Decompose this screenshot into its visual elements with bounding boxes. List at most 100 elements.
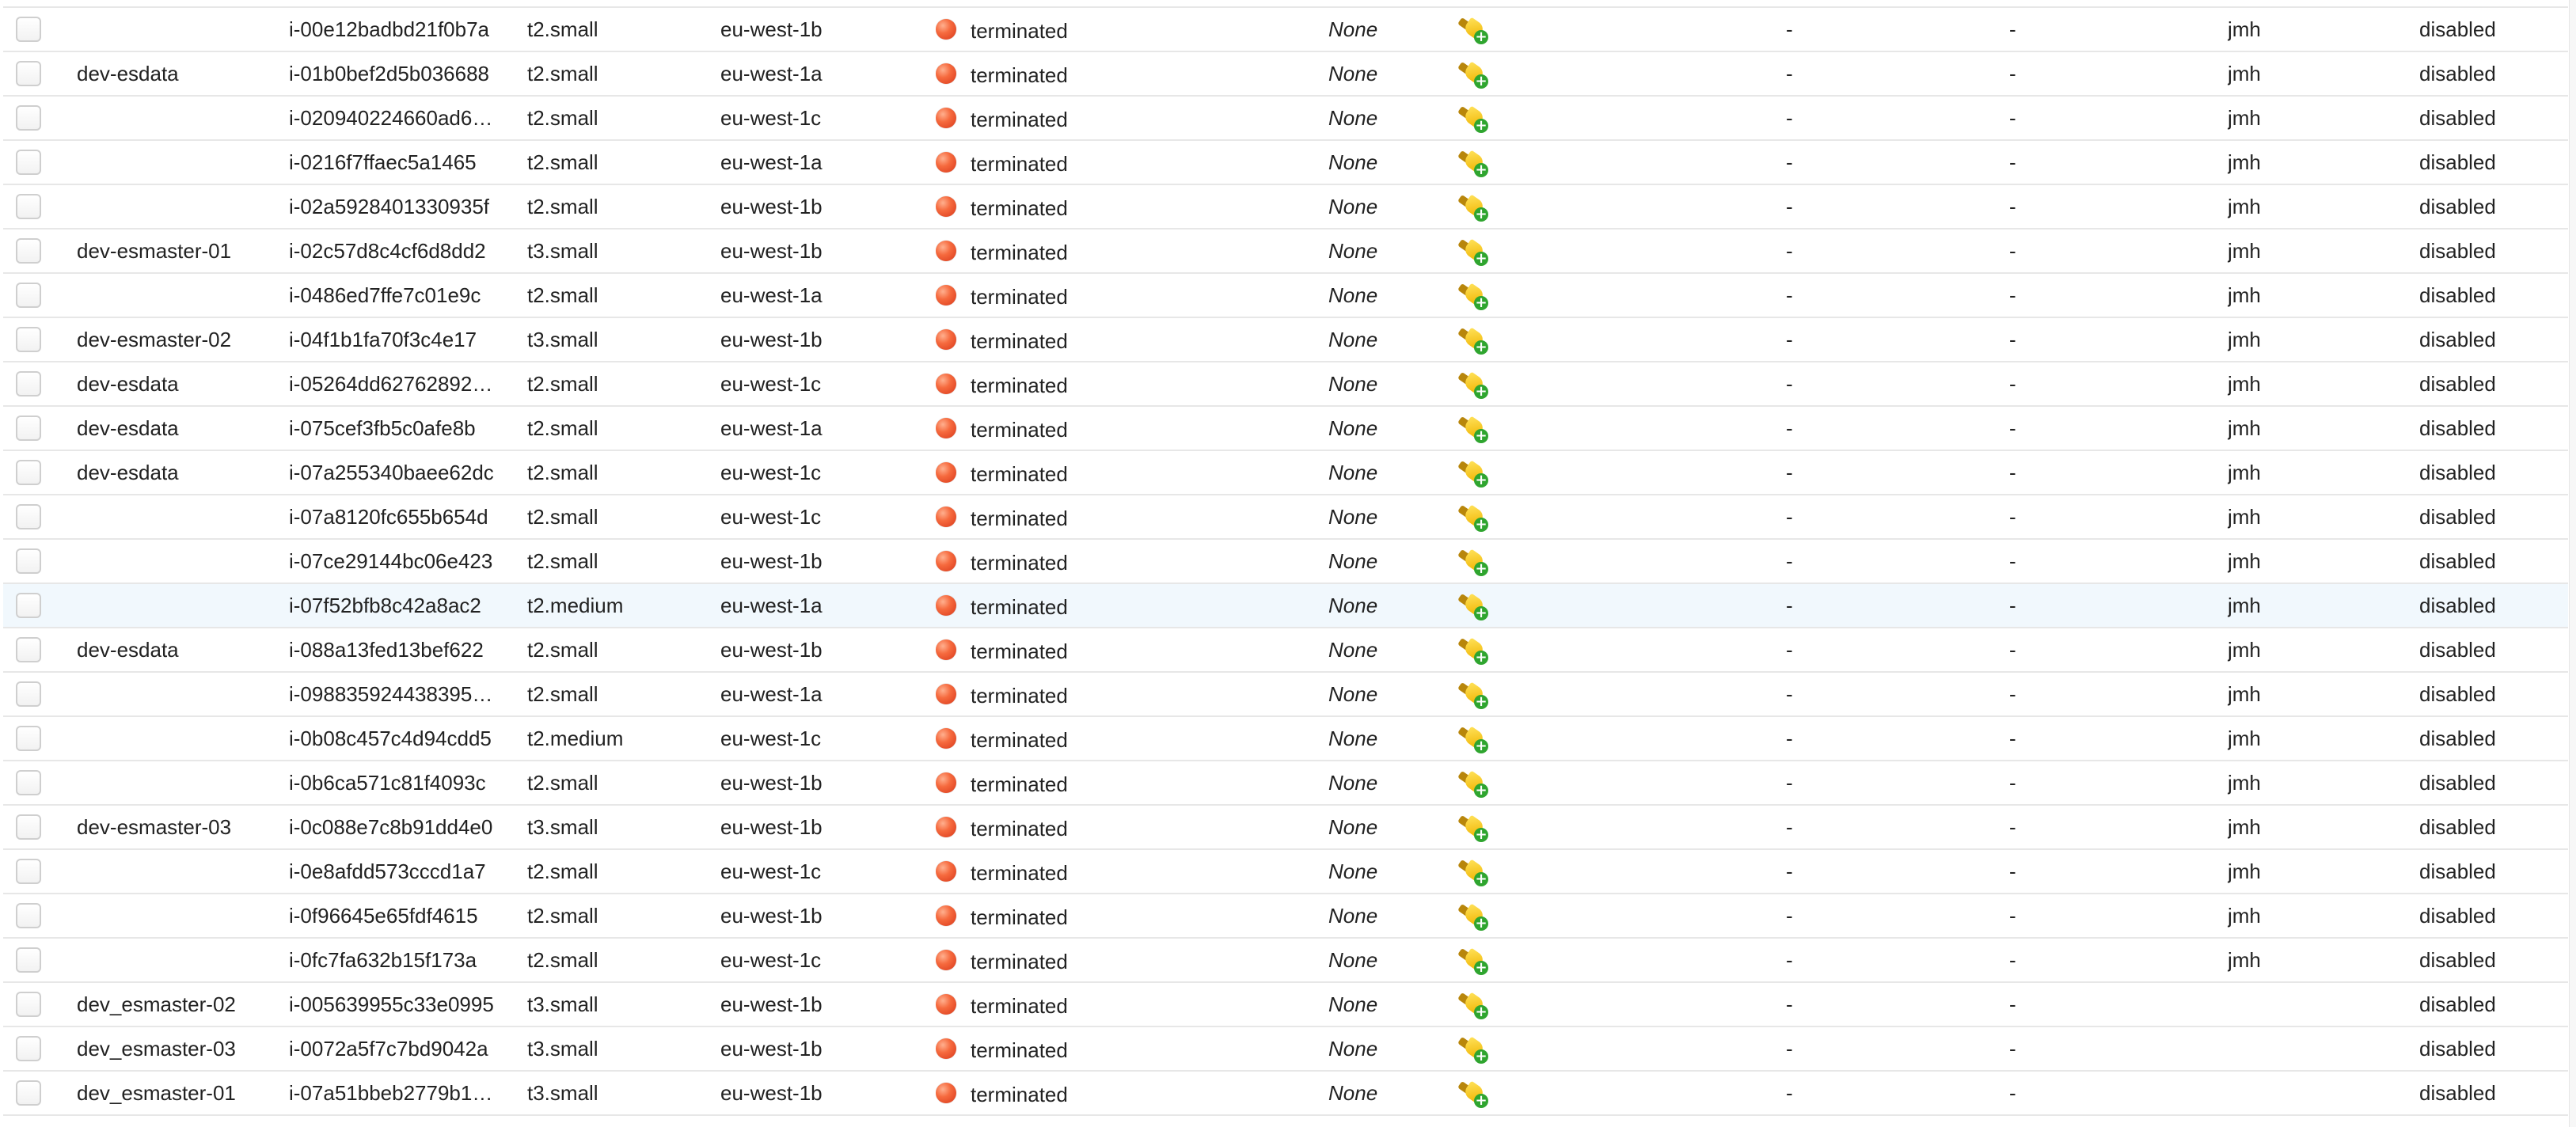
instance-id[interactable]: i-0486ed7ffe7c01e9c	[289, 274, 501, 317]
instance-id[interactable]: i-0...	[289, 0, 501, 6]
alarm-status[interactable]: None	[1328, 274, 1423, 317]
row-checkbox-cell[interactable]	[16, 0, 47, 6]
instance-id[interactable]: i-07f52bfb8c42a8ac2	[289, 584, 501, 627]
row-checkbox[interactable]	[16, 681, 41, 707]
instance-id[interactable]: i-088a13fed13bef622	[289, 628, 501, 671]
instance-id[interactable]: i-0216f7ffaec5a1465	[289, 141, 501, 184]
row-checkbox-cell[interactable]	[16, 185, 47, 228]
row-checkbox[interactable]	[16, 371, 41, 397]
alarm-status[interactable]: None	[1328, 850, 1423, 893]
monitoring-cell[interactable]: +	[1458, 274, 1506, 317]
alarm-status[interactable]: None	[1328, 1027, 1423, 1070]
alarm-status[interactable]: None	[1328, 717, 1423, 760]
monitoring-cell[interactable]: +	[1458, 673, 1506, 715]
table-row[interactable]: i-00e12badbd21f0b7a t2.small eu-west-1b ter…	[3, 8, 2568, 52]
table-row[interactable]: i-0b08c457c4d94cdd5 t2.medium eu-west-1c te…	[3, 717, 2568, 761]
table-row[interactable]: dev-esmaster-02 i-04f1b1fa70f3c4e17 t3.sma…	[3, 318, 2568, 362]
alarm-status[interactable]: None	[1328, 97, 1423, 139]
instance-id[interactable]: i-005639955c33e0995	[289, 983, 501, 1026]
table-row[interactable]: i-0fc7fa632b15f173a t2.small eu-west-1c ter…	[3, 939, 2568, 983]
monitoring-cell[interactable]: +	[1458, 230, 1506, 272]
row-checkbox-cell[interactable]	[16, 362, 47, 405]
instance-id[interactable]: i-01b0bef2d5b036688	[289, 52, 501, 95]
instance-name[interactable]: dev_esmaster-03	[77, 1027, 275, 1070]
row-checkbox[interactable]	[16, 1036, 41, 1061]
monitoring-cell[interactable]: +	[1458, 362, 1506, 405]
broom-plus-icon[interactable]: +	[1458, 502, 1488, 532]
table-row[interactable]: i-07f52bfb8c42a8ac2 t2.medium eu-west-1a te…	[3, 584, 2568, 628]
table-row[interactable]: i-0e8afdd573cccd1a7 t2.small eu-west-1c ter…	[3, 850, 2568, 894]
alarm-status[interactable]: None	[1328, 451, 1423, 494]
table-row[interactable]: i-0486ed7ffe7c01e9c t2.small eu-west-1a ter…	[3, 274, 2568, 318]
monitoring-cell[interactable]: +	[1458, 584, 1506, 627]
row-checkbox-cell[interactable]	[16, 495, 47, 538]
monitoring-cell[interactable]: +	[1458, 185, 1506, 228]
broom-plus-icon[interactable]: +	[1458, 324, 1488, 355]
row-checkbox-cell[interactable]	[16, 8, 47, 51]
row-checkbox[interactable]	[16, 903, 41, 928]
monitoring-cell[interactable]: +	[1458, 806, 1506, 848]
alarm-status[interactable]: None	[1328, 52, 1423, 95]
broom-plus-icon[interactable]: +	[1458, 546, 1488, 576]
instance-name[interactable]	[77, 185, 275, 228]
instance-id[interactable]: i-07a8120fc655b654d	[289, 495, 501, 538]
instance-id[interactable]: i-07ce29144bc06e423	[289, 540, 501, 582]
alarm-status[interactable]: None	[1328, 983, 1423, 1026]
row-checkbox-cell[interactable]	[16, 540, 47, 582]
row-checkbox[interactable]	[16, 194, 41, 219]
instance-id[interactable]: i-05264dd62762892…	[289, 362, 501, 405]
table-row[interactable]: dev-esdata i-01b0bef2d5b036688 t2.small eu-…	[3, 52, 2568, 97]
instance-id[interactable]: i-07a255340baee62dc	[289, 451, 501, 494]
instance-name[interactable]	[77, 584, 275, 627]
row-checkbox-cell[interactable]	[16, 141, 47, 184]
instance-name[interactable]: dev-esmaster-01	[77, 230, 275, 272]
table-row[interactable]: dev-esdata i-07a255340baee62dc t2.small eu-…	[3, 451, 2568, 495]
row-checkbox[interactable]	[16, 947, 41, 973]
table-row[interactable]: dev-esmaster-01 i-02c57d8c4cf6d8dd2 t3.sma…	[3, 230, 2568, 274]
row-checkbox[interactable]	[16, 17, 41, 42]
instance-name[interactable]	[77, 540, 275, 582]
broom-plus-icon[interactable]: +	[1458, 856, 1488, 886]
instance-name[interactable]: dev-esmaster-02	[77, 318, 275, 361]
instance-id[interactable]: i-020940224660ad6…	[289, 97, 501, 139]
instance-name[interactable]	[77, 8, 275, 51]
monitoring-cell[interactable]: +	[1458, 0, 1506, 6]
row-checkbox-cell[interactable]	[16, 983, 47, 1026]
row-checkbox-cell[interactable]	[16, 1072, 47, 1114]
table-row[interactable]: dev_esmaster-03 i-0072a5f7c7bd9042a t3.sma…	[3, 1027, 2568, 1072]
table-row[interactable]: dev-esdata i-088a13fed13bef622 t2.small eu-…	[3, 628, 2568, 673]
row-checkbox-cell[interactable]	[16, 717, 47, 760]
instance-id[interactable]: i-0b6ca571c81f4093c	[289, 761, 501, 804]
row-checkbox[interactable]	[16, 992, 41, 1017]
instance-name[interactable]	[77, 850, 275, 893]
row-checkbox[interactable]	[16, 726, 41, 751]
row-checkbox[interactable]	[16, 504, 41, 529]
alarm-status[interactable]: None	[1328, 185, 1423, 228]
table-row[interactable]: i-07ce29144bc06e423 t2.small eu-west-1b ter…	[3, 540, 2568, 584]
broom-plus-icon[interactable]: +	[1458, 945, 1488, 975]
row-checkbox-cell[interactable]	[16, 318, 47, 361]
instance-name[interactable]	[77, 894, 275, 937]
row-checkbox-cell[interactable]	[16, 97, 47, 139]
instance-id[interactable]: i-07a51bbeb2779b1…	[289, 1072, 501, 1114]
row-checkbox[interactable]	[16, 637, 41, 662]
alarm-status[interactable]: None	[1328, 939, 1423, 981]
broom-plus-icon[interactable]: +	[1458, 768, 1488, 798]
row-checkbox-cell[interactable]	[16, 451, 47, 494]
alarm-status[interactable]: None	[1328, 584, 1423, 627]
alarm-status[interactable]: None	[1328, 230, 1423, 272]
broom-plus-icon[interactable]: +	[1458, 236, 1488, 266]
row-checkbox-cell[interactable]	[16, 52, 47, 95]
instance-name[interactable]: dev-esdata	[77, 362, 275, 405]
instance-name[interactable]	[77, 717, 275, 760]
row-checkbox[interactable]	[16, 1080, 41, 1106]
broom-plus-icon[interactable]: +	[1458, 679, 1488, 709]
alarm-status[interactable]: None	[1328, 318, 1423, 361]
row-checkbox-cell[interactable]	[16, 584, 47, 627]
broom-plus-icon[interactable]: +	[1458, 369, 1488, 399]
instance-name[interactable]	[77, 141, 275, 184]
alarm-status[interactable]: None	[1328, 407, 1423, 450]
instance-name[interactable]	[77, 97, 275, 139]
monitoring-cell[interactable]: +	[1458, 141, 1506, 184]
instance-id[interactable]: i-00e12badbd21f0b7a	[289, 8, 501, 51]
